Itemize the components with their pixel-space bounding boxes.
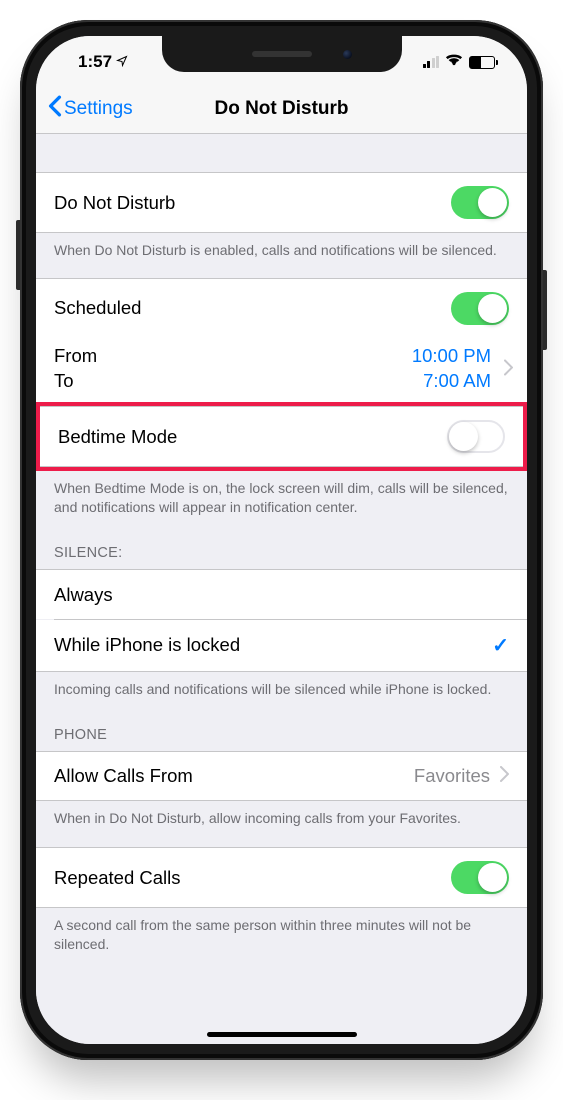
scheduled-toggle-row[interactable]: Scheduled bbox=[36, 278, 527, 338]
silence-always-row[interactable]: Always bbox=[36, 569, 527, 619]
bedtime-footer: When Bedtime Mode is on, the lock screen… bbox=[36, 471, 527, 527]
repeated-toggle[interactable] bbox=[451, 861, 509, 894]
chevron-right-icon bbox=[500, 765, 509, 787]
bedtime-label: Bedtime Mode bbox=[58, 426, 177, 448]
navigation-bar: Settings Do Not Disturb bbox=[36, 84, 527, 134]
scheduled-toggle[interactable] bbox=[451, 292, 509, 325]
allow-calls-value: Favorites bbox=[414, 765, 490, 787]
highlight-annotation: Bedtime Mode bbox=[36, 402, 527, 471]
front-camera bbox=[343, 50, 352, 59]
scheduled-label: Scheduled bbox=[54, 297, 141, 319]
from-time: 10:00 PM bbox=[412, 344, 491, 369]
to-time: 7:00 AM bbox=[412, 369, 491, 394]
cellular-signal-icon bbox=[423, 56, 440, 68]
battery-icon bbox=[469, 56, 495, 69]
dnd-toggle[interactable] bbox=[451, 186, 509, 219]
notch bbox=[162, 36, 402, 72]
phone-footer: When in Do Not Disturb, allow incoming c… bbox=[36, 801, 527, 838]
dnd-toggle-row[interactable]: Do Not Disturb bbox=[36, 172, 527, 233]
speaker-grille bbox=[252, 51, 312, 57]
repeated-label: Repeated Calls bbox=[54, 867, 181, 889]
silence-locked-label: While iPhone is locked bbox=[54, 634, 240, 656]
bedtime-toggle[interactable] bbox=[447, 420, 505, 453]
home-indicator[interactable] bbox=[207, 1032, 357, 1037]
repeated-footer: A second call from the same person withi… bbox=[36, 908, 527, 964]
wifi-icon bbox=[445, 52, 463, 72]
dnd-label: Do Not Disturb bbox=[54, 192, 175, 214]
from-label: From bbox=[54, 344, 97, 369]
screen: 1:57 Settings bbox=[36, 36, 527, 1044]
silence-locked-row[interactable]: While iPhone is locked ✓ bbox=[36, 620, 527, 672]
allow-calls-row[interactable]: Allow Calls From Favorites bbox=[36, 751, 527, 801]
silence-always-label: Always bbox=[54, 584, 113, 606]
allow-calls-label: Allow Calls From bbox=[54, 765, 193, 787]
to-label: To bbox=[54, 369, 97, 394]
bedtime-toggle-row[interactable]: Bedtime Mode bbox=[40, 406, 523, 467]
dnd-footer: When Do Not Disturb is enabled, calls an… bbox=[36, 233, 527, 270]
page-title: Do Not Disturb bbox=[36, 98, 527, 120]
checkmark-icon: ✓ bbox=[492, 633, 509, 658]
settings-content[interactable]: Do Not Disturb When Do Not Disturb is en… bbox=[36, 134, 527, 1044]
phone-header: PHONE bbox=[36, 709, 527, 751]
chevron-right-icon bbox=[504, 360, 513, 381]
silence-header: SILENCE: bbox=[36, 527, 527, 569]
status-time: 1:57 bbox=[78, 52, 112, 72]
location-icon bbox=[116, 52, 128, 72]
schedule-time-row[interactable]: From To 10:00 PM 7:00 AM bbox=[36, 338, 527, 402]
phone-frame: 1:57 Settings bbox=[20, 20, 543, 1060]
repeated-calls-row[interactable]: Repeated Calls bbox=[36, 847, 527, 908]
silence-footer: Incoming calls and notifications will be… bbox=[36, 672, 527, 709]
